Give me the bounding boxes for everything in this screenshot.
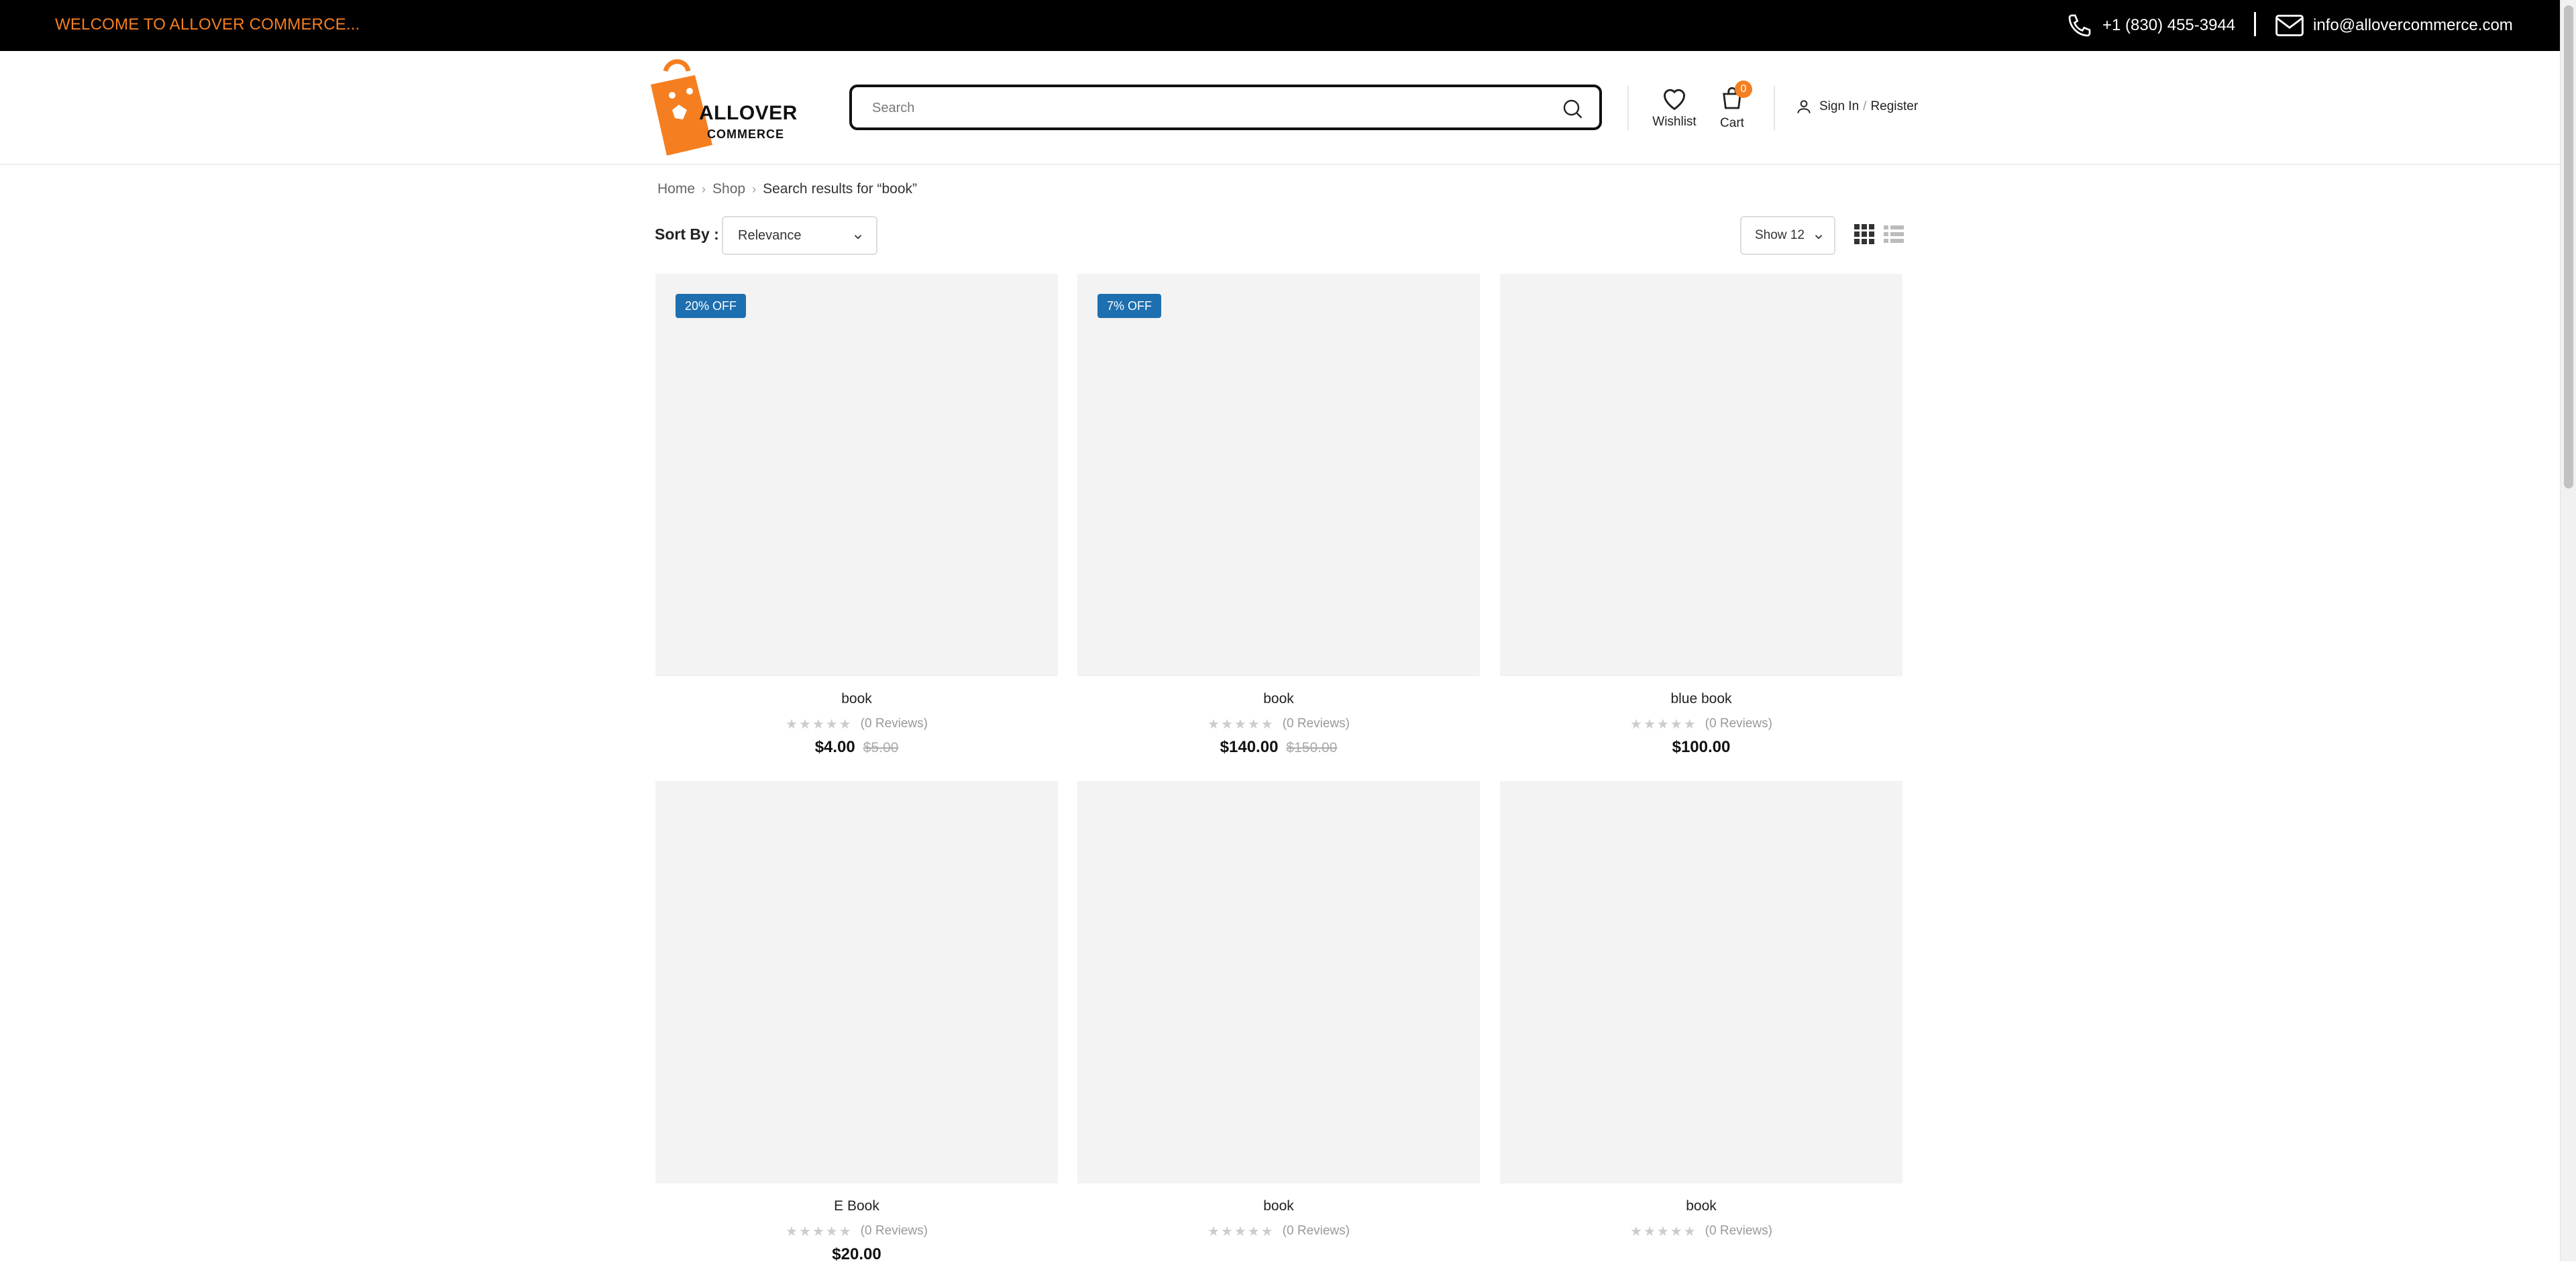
breadcrumb-home[interactable]: Home [657, 181, 695, 197]
list-view-icon [1884, 225, 1904, 243]
site-logo[interactable]: ALLOVER COMMERCE [648, 58, 798, 157]
welcome-text: WELCOME TO ALLOVER COMMERCE... [55, 15, 360, 34]
heart-icon [1663, 89, 1686, 111]
show-count-select[interactable]: Show 12 [1740, 216, 1835, 255]
header-divider [1627, 86, 1629, 130]
current-price: $20.00 [832, 1245, 881, 1263]
wishlist-label: Wishlist [1652, 115, 1697, 129]
wishlist-link[interactable]: Wishlist [1650, 85, 1699, 129]
top-bar: WELCOME TO ALLOVER COMMERCE... +1 (830) … [0, 0, 2560, 51]
account-separator: / [1863, 99, 1867, 113]
current-price: $140.00 [1220, 738, 1279, 756]
mail-icon [2275, 15, 2304, 36]
product-rating: ★★★★★ (0 Reviews) [1500, 715, 1902, 733]
review-count: (0 Reviews) [1705, 717, 1772, 731]
star-rating-icon: ★★★★★ [1208, 717, 1275, 732]
product-rating: ★★★★★ (0 Reviews) [1500, 1222, 1902, 1240]
product-card[interactable]: 20% OFF book ★★★★★ (0 Reviews) $4.00 $5.0… [655, 274, 1058, 757]
product-name[interactable]: blue book [1500, 691, 1902, 708]
product-image[interactable] [1500, 781, 1902, 1183]
grid-view-button[interactable] [1854, 224, 1874, 244]
product-card[interactable]: E Book ★★★★★ (0 Reviews) $20.00 [655, 781, 1058, 1264]
review-count: (0 Reviews) [1282, 1224, 1350, 1238]
product-card[interactable]: book ★★★★★ (0 Reviews) [1500, 781, 1902, 1240]
star-rating-icon: ★★★★★ [1630, 717, 1697, 732]
chevron-down-icon [854, 235, 862, 240]
breadcrumb-shop[interactable]: Shop [712, 181, 745, 197]
list-view-button[interactable] [1884, 224, 1904, 244]
product-image[interactable] [655, 781, 1058, 1183]
product-card[interactable]: book ★★★★★ (0 Reviews) [1077, 781, 1480, 1240]
product-rating: ★★★★★ (0 Reviews) [1077, 1222, 1480, 1240]
old-price: $5.00 [863, 740, 899, 755]
product-card[interactable]: blue book ★★★★★ (0 Reviews) $100.00 [1500, 274, 1902, 757]
breadcrumb-current: Search results for “book” [763, 181, 918, 197]
email-address: info@allovercommerce.com [2313, 16, 2513, 34]
review-count: (0 Reviews) [1705, 1224, 1772, 1238]
phone-icon [2068, 14, 2091, 37]
star-rating-icon: ★★★★★ [1208, 1224, 1275, 1239]
product-rating: ★★★★★ (0 Reviews) [655, 715, 1058, 733]
header-divider [1774, 86, 1775, 130]
product-price: $100.00 [1500, 738, 1902, 757]
search-box [849, 85, 1602, 130]
page-scrollbar[interactable] [2560, 0, 2576, 1261]
product-name[interactable]: book [1500, 1198, 1902, 1216]
scrollbar-thumb[interactable] [2564, 5, 2573, 488]
user-icon [1797, 100, 1811, 113]
cart-link[interactable]: 0 Cart [1715, 81, 1752, 131]
current-price: $4.00 [814, 738, 855, 756]
sort-label: Sort By : [655, 225, 719, 243]
grid-view-icon [1854, 224, 1874, 244]
product-rating: ★★★★★ (0 Reviews) [655, 1222, 1058, 1240]
product-price: $4.00 $5.00 [655, 738, 1058, 757]
search-input[interactable] [871, 95, 1531, 121]
discount-badge: 7% OFF [1097, 294, 1162, 318]
cart-label: Cart [1720, 116, 1744, 130]
product-name[interactable]: book [1077, 691, 1480, 708]
old-price: $150.00 [1286, 740, 1338, 755]
product-image[interactable] [1077, 781, 1480, 1183]
product-card[interactable]: 7% OFF book ★★★★★ (0 Reviews) $140.00 $15… [1077, 274, 1480, 757]
current-price: $100.00 [1672, 738, 1731, 756]
review-count: (0 Reviews) [1282, 717, 1350, 731]
review-count: (0 Reviews) [860, 1224, 928, 1238]
phone-number: +1 (830) 455-3944 [2102, 16, 2236, 34]
product-rating: ★★★★★ (0 Reviews) [1077, 715, 1480, 733]
review-count: (0 Reviews) [860, 717, 928, 731]
product-name[interactable]: book [1077, 1198, 1480, 1216]
sort-value: Relevance [738, 228, 802, 243]
cart-count-badge: 0 [1735, 81, 1752, 98]
register-link[interactable]: Register [1870, 99, 1918, 114]
account-links: Sign In / Register [1795, 98, 1918, 115]
logo-text-allover: ALLOVER [699, 102, 798, 124]
discount-badge: 20% OFF [676, 294, 747, 318]
product-name[interactable]: book [655, 691, 1058, 708]
product-image[interactable] [1500, 274, 1902, 676]
star-rating-icon: ★★★★★ [786, 1224, 853, 1239]
chevron-right-icon: › [702, 182, 706, 196]
star-rating-icon: ★★★★★ [1630, 1224, 1697, 1239]
star-rating-icon: ★★★★★ [786, 717, 853, 732]
logo-text-commerce: COMMERCE [707, 127, 784, 141]
phone-link[interactable]: +1 (830) 455-3944 [2066, 11, 2235, 40]
search-button[interactable] [1560, 97, 1585, 121]
product-name[interactable]: E Book [655, 1198, 1058, 1216]
product-image[interactable]: 20% OFF [655, 274, 1058, 676]
search-icon [1563, 99, 1582, 119]
sign-in-link[interactable]: Sign In [1819, 99, 1859, 114]
chevron-down-icon [1815, 235, 1823, 240]
product-price: $140.00 $150.00 [1077, 738, 1480, 757]
product-image[interactable]: 7% OFF [1077, 274, 1480, 676]
sort-select[interactable]: Relevance [722, 216, 877, 255]
email-link[interactable]: info@allovercommerce.com [2275, 11, 2513, 40]
chevron-right-icon: › [752, 182, 757, 196]
site-header: ALLOVER COMMERCE Wishlist 0 Cart Sign In… [0, 51, 2560, 165]
topbar-divider [2254, 12, 2256, 36]
breadcrumb: Home › Shop › Search results for “book” [657, 181, 917, 197]
show-count-value: Show 12 [1755, 228, 1805, 242]
